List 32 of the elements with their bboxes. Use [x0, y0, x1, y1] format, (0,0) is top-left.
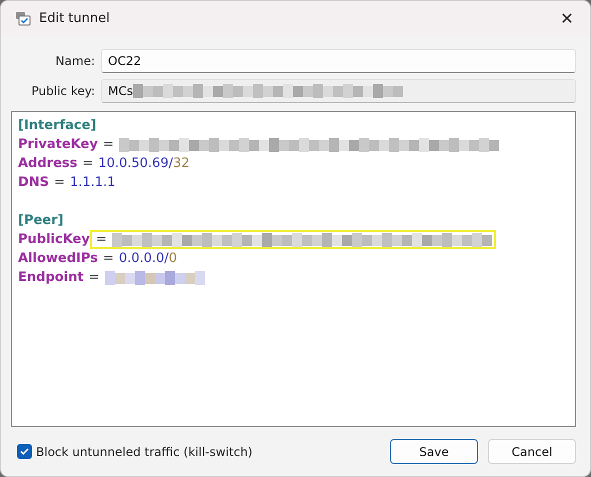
config-key: PublicKey [18, 230, 90, 249]
config-key: PrivateKey [18, 135, 98, 154]
equals-sign: = [102, 136, 114, 154]
checkmark-icon [19, 446, 30, 457]
config-key: DNS [18, 173, 50, 192]
close-button[interactable]: ✕ [544, 1, 590, 35]
cancel-button[interactable]: Cancel [488, 439, 576, 464]
save-button[interactable]: Save [390, 439, 478, 464]
config-key: AllowedIPs [18, 249, 98, 268]
config-value: 0.0.0.0/ [118, 250, 169, 268]
config-editor[interactable]: [Interface] PrivateKey = Address = 10.0.50.69/32 DNS = 1.1.1.1 [Peer] PublicKey = AllowedIPs = 0.0.0.0/0 Endpoint = [11, 111, 576, 427]
window-title: Edit tunnel [39, 10, 111, 26]
equals-sign: = [102, 250, 114, 268]
section-header: [Interface] [18, 117, 96, 135]
section-header: [Peer] [18, 212, 64, 230]
config-value: 1.1.1.1 [70, 174, 116, 192]
equals-sign: = [54, 174, 65, 192]
prefix-length: 32 [172, 155, 190, 173]
config-key: Address [18, 154, 78, 173]
text-field[interactable]: OC22 [101, 49, 576, 73]
field-label: Name: [54, 54, 95, 68]
tunnel-config-icon [15, 10, 31, 26]
checkbox-label: Block untunneled traffic (kill-switch) [36, 444, 254, 458]
config-key: Endpoint [18, 268, 84, 287]
prefix-length: 0 [168, 250, 177, 268]
equals-sign: = [88, 269, 100, 287]
equals-sign: = [82, 155, 94, 173]
config-value: 10.0.50.69/ [98, 155, 173, 173]
equals-sign: = [96, 231, 107, 249]
checkbox[interactable] [17, 444, 32, 459]
field-label: Public key: [30, 84, 95, 98]
text-field[interactable]: MCs [101, 79, 576, 103]
